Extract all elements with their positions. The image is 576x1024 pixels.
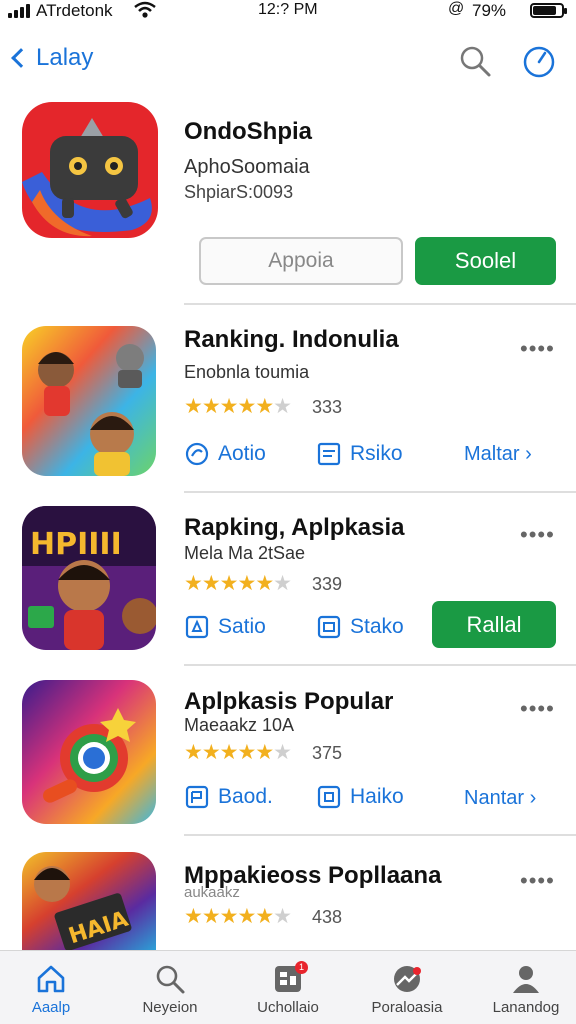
app-icon[interactable] <box>22 680 156 824</box>
share-icon <box>185 615 209 639</box>
app-action-label: Haiko <box>350 785 404 808</box>
timer-icon <box>523 46 555 78</box>
home-icon <box>37 965 65 993</box>
square-icon <box>317 785 341 809</box>
app-action-label: Aotio <box>218 442 266 465</box>
location-icon: @ <box>448 0 465 17</box>
rating-count: 333 <box>312 397 343 417</box>
book-icon <box>185 785 209 809</box>
app-subtitle: Maeaakz 10A <box>184 715 295 735</box>
more-options-icon[interactable]: •••• <box>520 522 555 548</box>
wifi-icon <box>134 1 156 24</box>
divider <box>184 664 576 666</box>
document-icon <box>317 442 341 466</box>
rating-count: 375 <box>312 743 343 763</box>
carrier-name: ATrdetonk <box>36 1 113 20</box>
app-subtitle: aukaakz <box>184 884 240 901</box>
star-rating: ★★★★★★ <box>184 572 292 595</box>
app-subtitle: Mela Ma 2tSae <box>184 543 306 563</box>
app-icon[interactable]: HAIA <box>22 852 156 952</box>
link-icon <box>185 442 209 466</box>
status-bar: ATrdetonk 12:? PM @ 79% <box>0 0 576 22</box>
battery-percentage: 79% <box>472 1 507 20</box>
featured-primary-button[interactable]: Soolel <box>415 237 556 285</box>
back-label: Lalay <box>36 44 94 71</box>
star-rating: ★★★★★★ <box>184 741 292 764</box>
search-button[interactable] <box>458 44 492 78</box>
app-subtitle: Enobnla toumia <box>184 362 310 382</box>
star-rating: ★★★★★★ <box>184 395 292 418</box>
cellular-signal-icon <box>8 4 30 18</box>
battery-icon <box>530 3 567 18</box>
search-icon <box>460 46 491 77</box>
more-options-icon[interactable]: •••• <box>520 696 555 722</box>
app-action-button[interactable]: Haiko <box>316 784 404 810</box>
tab-updates[interactable]: 1 Uchollaio <box>233 951 343 1024</box>
tab-home[interactable]: Aaalp <box>0 951 106 1024</box>
status-time: 12:? PM <box>258 1 318 18</box>
featured-app-title: OndoShpia <box>184 118 312 145</box>
tab-popular[interactable]: Poraloasia <box>352 951 462 1024</box>
app-title: Ranking. Indonulia <box>184 326 399 353</box>
app-action-button[interactable]: Aotio <box>184 441 266 467</box>
app-title: Aplpkasis Popular <box>184 688 394 715</box>
app-action-button[interactable]: Stako <box>316 614 404 640</box>
rating-count: 339 <box>312 574 343 594</box>
navigation-bar: Lalay <box>0 40 576 84</box>
person-icon <box>513 966 539 993</box>
app-action-button[interactable]: Rsiko <box>316 441 403 467</box>
star-rating: ★★★★★★ <box>184 905 292 928</box>
featured-secondary-button[interactable]: Appoia <box>199 237 403 285</box>
chevron-right-icon: › <box>525 443 532 465</box>
tab-search[interactable]: Neyeion <box>115 951 225 1024</box>
notification-badge: 1 <box>295 961 308 974</box>
app-action-button[interactable]: Satio <box>184 614 266 640</box>
app-action-label: Rsiko <box>350 442 403 465</box>
see-more-link[interactable]: Nantar › <box>464 787 536 810</box>
featured-app-icon[interactable] <box>22 102 158 238</box>
divider <box>184 491 576 493</box>
svg-text:HPIIII: HPIIII <box>30 527 122 562</box>
chevron-right-icon: › <box>529 787 537 809</box>
tab-label: Uchollaio <box>257 999 319 1016</box>
tab-label: Aaalp <box>31 999 71 1016</box>
search-icon <box>156 965 185 994</box>
app-title: Rapking, Aplpkasia <box>184 514 405 541</box>
featured-app-meta: ShpiarS:0093 <box>184 182 294 202</box>
app-icon[interactable]: HPIIII <box>22 506 156 650</box>
chart-icon <box>394 966 421 992</box>
timer-button[interactable] <box>522 44 556 78</box>
more-options-icon[interactable]: •••• <box>520 336 555 362</box>
chevron-left-icon <box>11 48 31 68</box>
tab-label: Poraloasia <box>371 999 443 1016</box>
see-more-label: Maltar <box>464 443 520 465</box>
tab-account[interactable]: Lanandog <box>471 951 576 1024</box>
divider <box>184 303 576 305</box>
see-more-link[interactable]: Maltar › <box>464 443 532 466</box>
see-more-label: Nantar <box>464 787 525 809</box>
back-button[interactable]: Lalay <box>8 44 93 72</box>
install-button[interactable]: Rallal <box>432 601 556 648</box>
more-options-icon[interactable]: •••• <box>520 868 555 894</box>
rating-count: 438 <box>312 907 343 927</box>
tab-label: Neyeion <box>142 999 198 1016</box>
featured-app-subtitle: AphoSoomaia <box>184 156 310 178</box>
app-action-label: Baod. <box>218 785 273 808</box>
tab-bar: Aaalp Neyeion 1 Uchollaio Poraloasia Lan… <box>0 950 576 1024</box>
app-action-label: Satio <box>218 615 266 638</box>
app-icon[interactable] <box>22 326 156 476</box>
app-action-label: Stako <box>350 615 404 638</box>
tab-label: Lanandog <box>492 999 560 1016</box>
folder-icon <box>317 615 341 639</box>
divider <box>184 834 576 836</box>
app-action-button[interactable]: Baod. <box>184 784 273 810</box>
